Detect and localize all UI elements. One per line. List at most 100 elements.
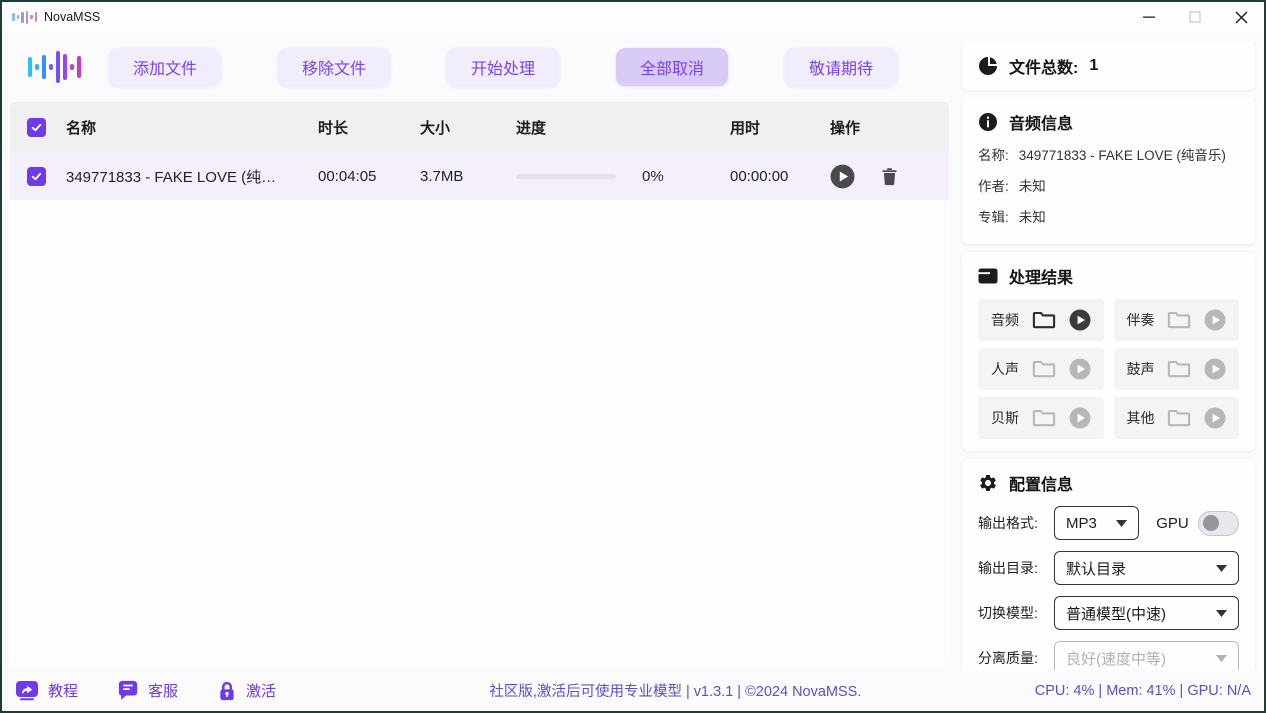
- quality-row: 分离质量: 良好(速度中等): [978, 641, 1239, 670]
- play-icon: [1204, 358, 1226, 380]
- result-tile-vocals: 人声: [978, 348, 1104, 390]
- result-tile-audio: 音频: [978, 299, 1104, 341]
- gpu-label: GPU: [1156, 515, 1189, 532]
- app-waveform-icon: [12, 9, 37, 25]
- version-status-text: 社区版,激活后可使用专业模型 | v1.3.1 | ©2024 NovaMSS.: [276, 680, 1035, 701]
- audio-info-title: 音频信息: [1009, 110, 1073, 134]
- window-controls: [1126, 2, 1264, 32]
- wallet-icon: [978, 267, 998, 285]
- progress-percent: 0%: [642, 168, 664, 185]
- file-count-label: 文件总数:: [1009, 54, 1078, 78]
- gpu-toggle[interactable]: [1198, 511, 1239, 536]
- chevron-down-icon: [1216, 655, 1227, 662]
- header-progress: 进度: [516, 117, 730, 138]
- tutorial-link[interactable]: 教程: [15, 680, 78, 701]
- folder-icon: [1167, 406, 1191, 430]
- file-table: 名称 时长 大小 进度 用时 操作 349771833 - FAKE LOVE …: [10, 102, 949, 667]
- header-time-used: 用时: [730, 117, 820, 138]
- play-icon[interactable]: [1069, 309, 1091, 331]
- table-row[interactable]: 349771833 - FAKE LOVE (纯… 00:04:05 3.7MB…: [10, 152, 949, 200]
- remove-files-button[interactable]: 移除文件: [278, 48, 390, 86]
- row-file-name: 349771833 - FAKE LOVE (纯…: [66, 166, 318, 187]
- output-format-row: 输出格式: MP3 GPU: [978, 506, 1239, 540]
- delete-button[interactable]: [879, 166, 900, 187]
- folder-icon: [1032, 357, 1056, 381]
- info-icon: [978, 112, 998, 132]
- row-size: 3.7MB: [420, 168, 516, 185]
- config-card: 配置信息 输出格式: MP3 GPU 输出目录: 默认目录: [962, 459, 1255, 670]
- coming-soon-button[interactable]: 敬请期待: [785, 48, 897, 86]
- toggle-knob: [1203, 515, 1219, 531]
- chat-bubble-icon: [117, 680, 139, 701]
- header-actions: 操作: [820, 117, 945, 138]
- folder-icon: [1167, 357, 1191, 381]
- play-icon: [1204, 407, 1226, 429]
- title-bar: NovaMSS: [2, 2, 1264, 32]
- output-dir-row: 输出目录: 默认目录: [978, 551, 1239, 585]
- window-title: NovaMSS: [44, 10, 100, 24]
- table-header-row: 名称 时长 大小 进度 用时 操作: [10, 102, 949, 152]
- model-row: 切换模型: 普通模型(中速): [978, 596, 1239, 630]
- folder-icon: [1167, 308, 1191, 332]
- row-checkbox[interactable]: [27, 167, 46, 186]
- close-button[interactable]: [1218, 2, 1264, 32]
- activate-link[interactable]: 激活: [217, 680, 276, 702]
- folder-icon[interactable]: [1032, 308, 1056, 332]
- select-all-checkbox[interactable]: [27, 118, 46, 137]
- toolbar: 添加文件 移除文件 开始处理 全部取消 敬请期待: [10, 32, 949, 102]
- gear-icon: [978, 473, 998, 493]
- row-actions: [820, 164, 945, 189]
- pie-chart-icon: [978, 56, 998, 76]
- quality-label: 分离质量:: [978, 648, 1054, 668]
- output-dir-select[interactable]: 默认目录: [1054, 551, 1239, 585]
- result-tile-other: 其他: [1114, 397, 1240, 439]
- file-count-value: 1: [1089, 57, 1098, 75]
- model-label: 切换模型:: [978, 603, 1054, 623]
- model-select[interactable]: 普通模型(中速): [1054, 596, 1239, 630]
- result-tile-bass: 贝斯: [978, 397, 1104, 439]
- audio-album-row: 专辑:未知: [978, 203, 1239, 232]
- audio-info-card: 音频信息 名称:349771833 - FAKE LOVE (纯音乐) 作者:未…: [962, 98, 1255, 244]
- chevron-down-icon: [1216, 565, 1227, 572]
- check-icon: [30, 170, 43, 183]
- start-processing-button[interactable]: 开始处理: [447, 48, 559, 86]
- play-icon: [1069, 407, 1091, 429]
- minimize-button[interactable]: [1126, 2, 1172, 32]
- app-window: NovaMSS 添加文件 移除文件 开始处理: [0, 0, 1266, 713]
- chevron-down-icon: [1216, 610, 1227, 617]
- table-empty-area: [10, 200, 949, 667]
- header-name: 名称: [66, 117, 318, 138]
- support-link[interactable]: 客服: [117, 680, 178, 701]
- row-progress: 0%: [516, 168, 730, 185]
- check-icon: [30, 121, 43, 134]
- result-tile-accompaniment: 伴奏: [1114, 299, 1240, 341]
- cancel-all-button[interactable]: 全部取消: [616, 48, 728, 86]
- output-format-select[interactable]: MP3: [1054, 506, 1139, 540]
- sidebar: 文件总数: 1 音频信息 名称:349771833 - FAKE LOVE (纯…: [949, 32, 1264, 670]
- output-format-label: 输出格式:: [978, 513, 1054, 533]
- folder-icon: [1032, 406, 1056, 430]
- app-logo-waveform: [28, 45, 81, 89]
- header-duration: 时长: [318, 117, 420, 138]
- audio-name-row: 名称:349771833 - FAKE LOVE (纯音乐): [978, 141, 1239, 170]
- lock-icon: [217, 680, 237, 702]
- row-time-used: 00:00:00: [730, 168, 820, 185]
- progress-bar: [516, 174, 616, 179]
- row-duration: 00:04:05: [318, 168, 420, 185]
- toolbar-buttons: 添加文件 移除文件 开始处理 全部取消 敬请期待: [109, 48, 897, 86]
- results-card: 处理结果 音频 伴奏 人声: [962, 252, 1255, 451]
- maximize-button[interactable]: [1172, 2, 1218, 32]
- result-tile-drums: 鼓声: [1114, 348, 1240, 390]
- play-button[interactable]: [830, 164, 855, 189]
- file-count-card: 文件总数: 1: [962, 42, 1255, 90]
- add-files-button[interactable]: 添加文件: [109, 48, 221, 86]
- play-icon: [1069, 358, 1091, 380]
- tutorial-screen-icon: [15, 680, 39, 701]
- play-icon: [1204, 309, 1226, 331]
- system-stats: CPU: 4% | Mem: 41% | GPU: N/A: [1035, 683, 1251, 699]
- chevron-down-icon: [1116, 520, 1127, 527]
- results-title: 处理结果: [1009, 264, 1073, 288]
- config-title: 配置信息: [1009, 471, 1073, 495]
- quality-select: 良好(速度中等): [1054, 641, 1239, 670]
- status-bar: 教程 客服 激活 社区版,激活后可使用专业模型 | v: [2, 670, 1264, 711]
